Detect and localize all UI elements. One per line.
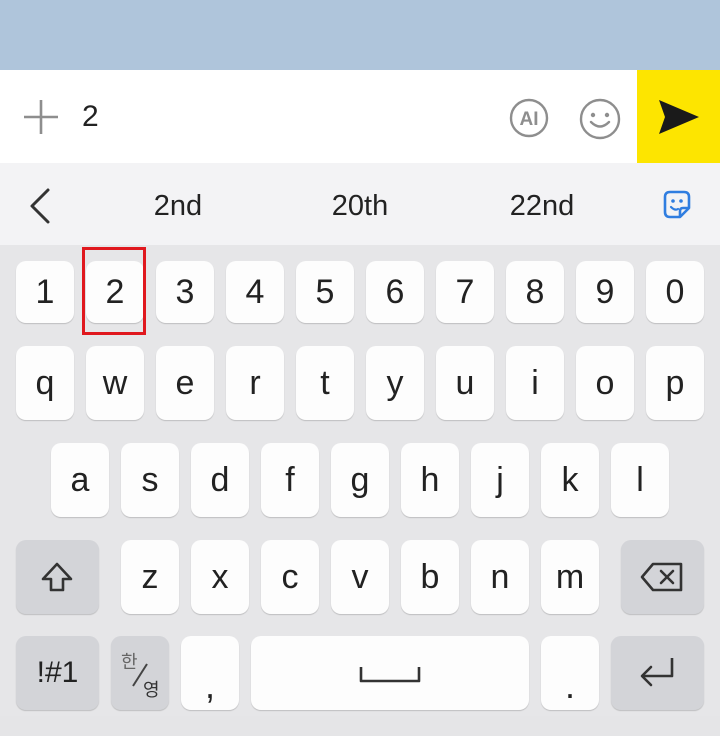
ai-icon[interactable]: AI (508, 97, 550, 139)
message-input[interactable]: 2 (82, 97, 99, 137)
key-y[interactable]: y (366, 346, 424, 420)
shift-key[interactable] (16, 540, 99, 614)
backspace-icon (640, 562, 683, 592)
key-a[interactable]: a (51, 443, 109, 517)
sticker-icon[interactable] (660, 188, 694, 222)
key-h[interactable]: h (401, 443, 459, 517)
emoji-icon[interactable] (578, 97, 622, 141)
key-e[interactable]: e (156, 346, 214, 420)
key-x[interactable]: x (191, 540, 249, 614)
key-s[interactable]: s (121, 443, 179, 517)
language-toggle-key[interactable]: 한 영 (111, 636, 169, 710)
send-button[interactable] (637, 70, 720, 163)
period-key[interactable]: . (541, 636, 599, 710)
key-1[interactable]: 1 (16, 261, 74, 323)
key-4[interactable]: 4 (226, 261, 284, 323)
key-d[interactable]: d (191, 443, 249, 517)
key-r[interactable]: r (226, 346, 284, 420)
key-b[interactable]: b (401, 540, 459, 614)
key-5[interactable]: 5 (296, 261, 354, 323)
key-8[interactable]: 8 (506, 261, 564, 323)
chevron-left-icon[interactable] (26, 186, 54, 226)
key-p[interactable]: p (646, 346, 704, 420)
key-0[interactable]: 0 (646, 261, 704, 323)
enter-icon (640, 658, 674, 687)
key-u[interactable]: u (436, 346, 494, 420)
symbols-key[interactable]: !#1 (16, 636, 99, 710)
key-i[interactable]: i (506, 346, 564, 420)
ai-icon-label: AI (520, 109, 539, 130)
suggestion-item[interactable]: 22nd (492, 186, 592, 226)
backspace-key[interactable] (621, 540, 704, 614)
key-3[interactable]: 3 (156, 261, 214, 323)
key-v[interactable]: v (331, 540, 389, 614)
key-2[interactable]: 2 (86, 261, 144, 323)
suggestion-item[interactable]: 20th (310, 186, 410, 226)
key-g[interactable]: g (331, 443, 389, 517)
key-o[interactable]: o (576, 346, 634, 420)
suggestion-item[interactable]: 2nd (128, 186, 228, 226)
key-z[interactable]: z (121, 540, 179, 614)
key-q[interactable]: q (16, 346, 74, 420)
send-arrow-icon (659, 100, 699, 134)
key-c[interactable]: c (261, 540, 319, 614)
key-j[interactable]: j (471, 443, 529, 517)
key-l[interactable]: l (611, 443, 669, 517)
enter-key[interactable] (611, 636, 704, 710)
space-key[interactable] (251, 636, 529, 710)
key-f[interactable]: f (261, 443, 319, 517)
key-n[interactable]: n (471, 540, 529, 614)
key-k[interactable]: k (541, 443, 599, 517)
key-w[interactable]: w (86, 346, 144, 420)
chat-top-bar (0, 0, 720, 70)
key-7[interactable]: 7 (436, 261, 494, 323)
key-m[interactable]: m (541, 540, 599, 614)
space-icon (359, 667, 421, 683)
plus-icon[interactable] (22, 98, 60, 136)
shift-icon (41, 562, 73, 592)
comma-key[interactable]: , (181, 636, 239, 710)
key-9[interactable]: 9 (576, 261, 634, 323)
lang-english-label: 영 (143, 680, 160, 700)
key-t[interactable]: t (296, 346, 354, 420)
key-6[interactable]: 6 (366, 261, 424, 323)
slash-icon (132, 663, 148, 687)
